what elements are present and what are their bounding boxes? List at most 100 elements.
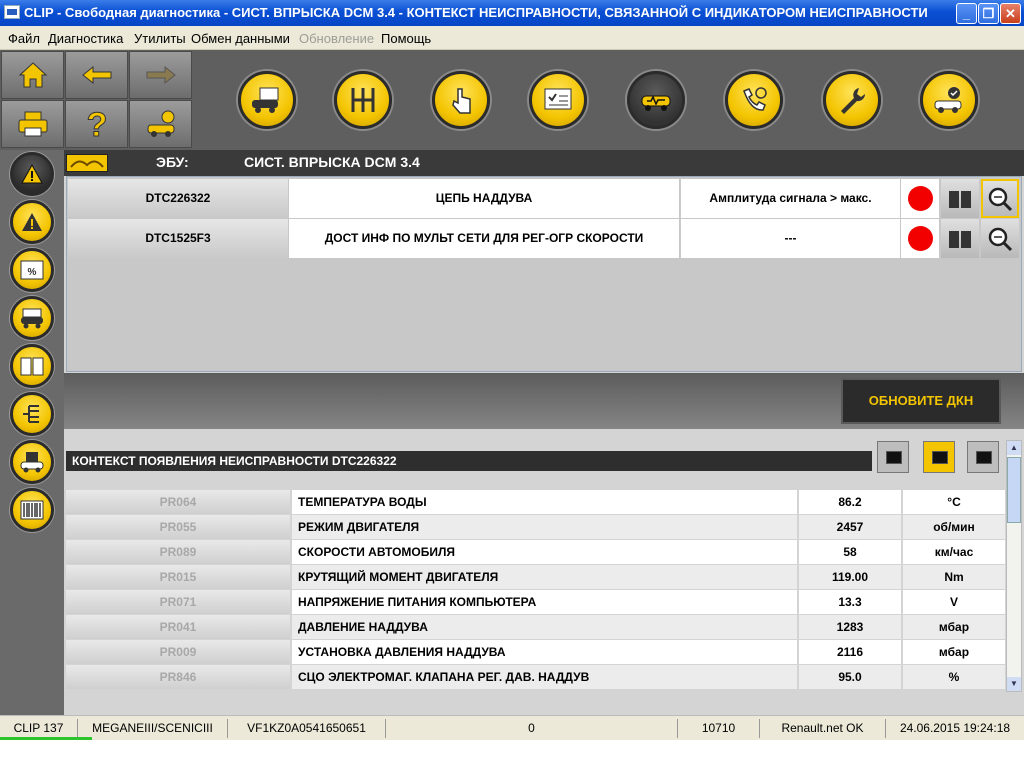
status-network: Renault.net OK <box>760 719 886 738</box>
param-id: PR089 <box>66 540 290 564</box>
print-button[interactable] <box>1 100 64 148</box>
status-vehicle: MEGANEIII/SCENICIII <box>78 719 228 738</box>
param-unit: % <box>903 665 1005 689</box>
svg-text:?: ? <box>86 107 107 141</box>
param-unit: мбар <box>903 615 1005 639</box>
fault-indicator <box>908 186 933 211</box>
param-name: ДАВЛЕНИЕ НАДДУВА <box>292 615 797 639</box>
home-button[interactable] <box>1 51 64 99</box>
car-check-icon <box>934 87 962 113</box>
sidebar-car-data[interactable] <box>10 440 54 484</box>
parameter-table: PR064 ТЕМПЕРАТУРА ВОДЫ 86.2 °C PR055 РЕЖ… <box>66 490 1006 690</box>
scroll-thumb[interactable] <box>1007 457 1021 523</box>
layout-icon <box>932 451 948 464</box>
sidebar-manual[interactable] <box>10 344 54 388</box>
menu-help[interactable]: Помощь <box>381 31 431 46</box>
dtc-zoom-button[interactable] <box>981 219 1019 258</box>
sidebar-parameters[interactable]: % <box>10 248 54 292</box>
param-id: PR071 <box>66 590 290 614</box>
diagnostic-car-button[interactable] <box>627 71 685 129</box>
sidebar-warning[interactable] <box>10 200 54 244</box>
back-button[interactable] <box>65 51 128 99</box>
scroll-down-icon[interactable]: ▼ <box>1007 677 1021 691</box>
table-row[interactable]: PR089 СКОРОСТИ АВТОМОБИЛЯ 58 км/час <box>66 540 1006 565</box>
table-row[interactable]: PR015 КРУТЯЩИЙ МОМЕНТ ДВИГАТЕЛЯ 119.00 N… <box>66 565 1006 590</box>
renault-logo <box>66 154 108 172</box>
dtc-manual-button[interactable] <box>941 219 979 258</box>
param-name: НАПРЯЖЕНИЕ ПИТАНИЯ КОМПЬЮТЕРА <box>292 590 797 614</box>
content-panel: ЭБУ: СИСТ. ВПРЫСКА DCM 3.4 DTC226322 ЦЕП… <box>64 150 1024 715</box>
menu-data-exchange[interactable]: Обмен данными <box>191 31 290 46</box>
close-icon[interactable]: ✕ <box>1000 3 1021 24</box>
param-id: PR064 <box>66 490 290 514</box>
gearbox-button[interactable] <box>334 71 392 129</box>
car-status-icon <box>21 308 43 329</box>
dtc-indicator-cell <box>901 179 939 218</box>
table-row[interactable]: PR041 ДАВЛЕНИЕ НАДДУВА 1283 мбар <box>66 615 1006 640</box>
menu-utilities[interactable]: Утилиты <box>134 31 186 46</box>
sidebar-warning-active[interactable] <box>10 152 54 196</box>
param-unit: Nm <box>903 565 1005 589</box>
table-row[interactable]: PR055 РЕЖИМ ДВИГАТЕЛЯ 2457 об/мин <box>66 515 1006 540</box>
ecu-name: СИСТ. ВПРЫСКА DCM 3.4 <box>244 154 420 170</box>
param-value: 2457 <box>799 515 901 539</box>
dtc-panel: DTC226322 ЦЕПЬ НАДДУВА Амплитуда сигнала… <box>66 176 1022 372</box>
table-row[interactable]: PR071 НАПРЯЖЕНИЕ ПИТАНИЯ КОМПЬЮТЕРА 13.3… <box>66 590 1006 615</box>
print-icon <box>18 111 47 137</box>
dtc-description: ЦЕПЬ НАДДУВА <box>289 179 679 218</box>
param-value: 95.0 <box>799 665 901 689</box>
dtc-status: --- <box>680 219 900 258</box>
param-id: PR015 <box>66 565 290 589</box>
table-row[interactable]: PR846 СЦО ЭЛЕКТРОМАГ. КЛАПАНА РЕГ. ДАВ. … <box>66 665 1006 690</box>
sidebar-car-status[interactable] <box>10 296 54 340</box>
forward-button[interactable] <box>129 51 192 99</box>
dtc-row[interactable]: DTC1525F3 ДОСТ ИНФ ПО МУЛЬТ СЕТИ ДЛЯ РЕГ… <box>67 219 1023 259</box>
restore-icon[interactable]: ❐ <box>978 3 999 24</box>
vehicle-info-icon <box>147 110 174 137</box>
phone-support-button[interactable] <box>725 71 783 129</box>
wrench-button[interactable] <box>823 71 881 129</box>
menu-bar: Файл Диагностика Утилиты Обмен данными О… <box>0 26 1024 50</box>
minimize-icon[interactable]: _ <box>956 3 977 24</box>
param-id: PR846 <box>66 665 290 689</box>
dtc-code: DTC226322 <box>68 179 288 218</box>
sidebar-network[interactable] <box>10 392 54 436</box>
table-row[interactable]: PR009 УСТАНОВКА ДАВЛЕНИЯ НАДДУВА 2116 мб… <box>66 640 1006 665</box>
book-icon <box>949 230 971 248</box>
param-unit: км/час <box>903 540 1005 564</box>
table-row[interactable]: PR064 ТЕМПЕРАТУРА ВОДЫ 86.2 °C <box>66 490 1006 515</box>
sidebar-barcode[interactable] <box>10 488 54 532</box>
menu-diagnostics[interactable]: Диагностика <box>48 31 123 46</box>
context-header: КОНТЕКСТ ПОЯВЛЕНИЯ НЕИСПРАВНОСТИ DTC2263… <box>66 451 872 471</box>
home-icon <box>18 62 47 88</box>
param-id: PR009 <box>66 640 290 664</box>
dtc-row[interactable]: DTC226322 ЦЕПЬ НАДДУВА Амплитуда сигнала… <box>67 179 1023 219</box>
vehicle-id-button[interactable] <box>238 71 296 129</box>
scroll-up-icon[interactable]: ▲ <box>1007 441 1021 455</box>
touch-button[interactable] <box>432 71 490 129</box>
param-name: КРУТЯЩИЙ МОМЕНТ ДВИГАТЕЛЯ <box>292 565 797 589</box>
svg-text:%: % <box>28 267 37 278</box>
app-icon <box>4 5 20 19</box>
status-vin: VF1KZ0A0541650651 <box>228 719 386 738</box>
update-dtc-button[interactable]: ОБНОВИТЕ ДКН <box>841 378 1001 424</box>
vehicle-info-button[interactable] <box>129 100 192 148</box>
layout-icon <box>886 451 902 464</box>
dtc-manual-button[interactable] <box>941 179 979 218</box>
sidebar: % <box>0 150 64 715</box>
param-value: 1283 <box>799 615 901 639</box>
vertical-scrollbar[interactable]: ▲ ▼ <box>1006 440 1022 692</box>
checklist-icon <box>544 88 572 110</box>
dtc-zoom-button[interactable] <box>981 179 1019 218</box>
checklist-button[interactable] <box>529 71 587 129</box>
car-check-button[interactable] <box>920 71 978 129</box>
param-unit: V <box>903 590 1005 614</box>
window-title: CLIP - Свободная диагностика - СИСТ. ВПР… <box>24 5 928 20</box>
param-unit: об/мин <box>903 515 1005 539</box>
help-button[interactable]: ? <box>65 100 128 148</box>
menu-file[interactable]: Файл <box>8 31 40 46</box>
view-mode-1-button[interactable] <box>877 441 909 473</box>
back-arrow-icon <box>81 65 111 85</box>
view-mode-2-button[interactable] <box>923 441 955 473</box>
view-mode-3-button[interactable] <box>967 441 999 473</box>
